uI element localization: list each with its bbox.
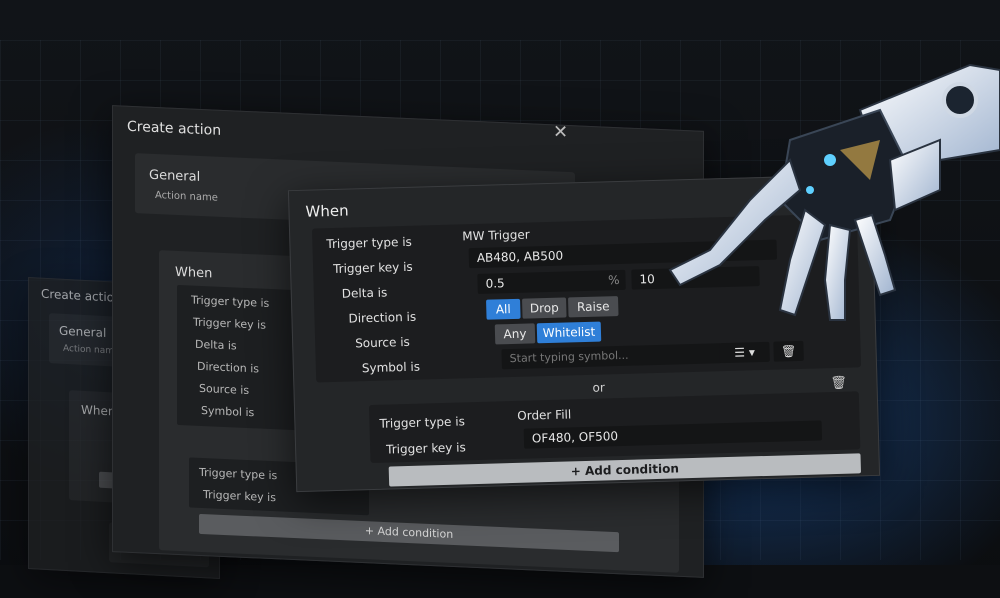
trigger-key-input[interactable]: OF480, OF500 bbox=[523, 420, 823, 449]
row-label: Trigger key is bbox=[193, 315, 266, 332]
general-heading: General bbox=[149, 167, 201, 185]
list-icon: ☰ bbox=[734, 345, 746, 360]
plus-icon: + bbox=[570, 464, 586, 479]
row-label: Source is bbox=[199, 381, 250, 398]
direction-label: Direction is bbox=[348, 309, 417, 326]
dropdown-caret-icon: ▾ bbox=[748, 345, 756, 360]
symbol-input[interactable]: Start typing symbol... bbox=[501, 343, 722, 370]
percent-unit: % bbox=[607, 272, 620, 288]
row-label: Direction is bbox=[197, 359, 259, 376]
trash-icon[interactable]: 🗑 bbox=[830, 376, 847, 391]
plus-icon: + bbox=[364, 524, 378, 538]
general-heading: General bbox=[59, 323, 107, 341]
robot-hand-illustration bbox=[668, 63, 1000, 321]
row-label: Symbol is bbox=[201, 403, 255, 420]
close-icon[interactable]: ✕ bbox=[553, 121, 568, 143]
row-label: Delta is bbox=[195, 337, 237, 353]
panel-title: Create action bbox=[41, 286, 122, 305]
delta-label: Delta is bbox=[341, 285, 388, 301]
trigger-type-value[interactable]: Order Fill bbox=[517, 407, 571, 423]
direction-raise-button[interactable]: Raise bbox=[568, 296, 619, 318]
symbol-label: Symbol is bbox=[361, 359, 421, 376]
trigger-type-value[interactable]: MW Trigger bbox=[462, 227, 530, 243]
trigger-type-label: Trigger type is bbox=[379, 414, 466, 431]
trigger-type-label: Trigger type is bbox=[326, 234, 412, 252]
trash-icon[interactable]: 🗑 bbox=[773, 340, 804, 362]
source-label: Source is bbox=[355, 334, 411, 351]
source-any-button[interactable]: Any bbox=[494, 323, 536, 345]
row-label: Trigger type is bbox=[191, 293, 270, 310]
trigger-key-label: Trigger key is bbox=[332, 259, 413, 276]
row-label: Trigger type is bbox=[199, 465, 278, 483]
direction-all-button[interactable]: All bbox=[486, 298, 521, 320]
or-separator: or bbox=[592, 380, 606, 395]
panel-title: Create action bbox=[127, 118, 222, 139]
when-heading: When bbox=[175, 264, 213, 282]
when-heading: When bbox=[305, 201, 349, 221]
direction-drop-button[interactable]: Drop bbox=[522, 297, 567, 319]
source-whitelist-button[interactable]: Whitelist bbox=[536, 321, 602, 344]
symbol-list-dropdown[interactable]: ☰ ▾ bbox=[719, 341, 770, 364]
add-condition-button[interactable]: + Add condition bbox=[199, 513, 619, 553]
action-name-label: Action name bbox=[155, 189, 218, 204]
condition-block-2: Trigger type is Order Fill Trigger key i… bbox=[368, 391, 861, 464]
when-heading: When bbox=[81, 402, 116, 419]
delta-input[interactable]: 0.5 % bbox=[477, 269, 626, 294]
row-label: Trigger key is bbox=[203, 488, 276, 505]
trigger-key-label: Trigger key is bbox=[385, 440, 466, 457]
